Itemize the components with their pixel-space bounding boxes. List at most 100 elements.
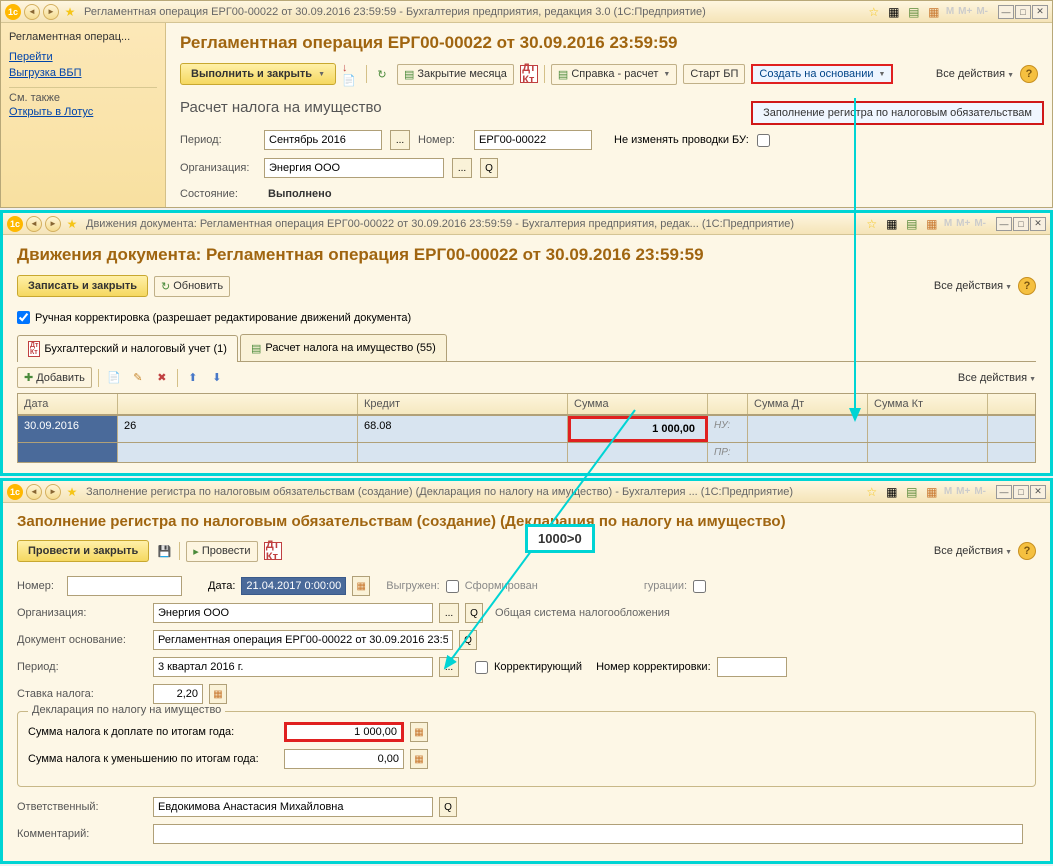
all-actions-link[interactable]: Все действия▼ <box>934 280 1012 292</box>
post-close-button[interactable]: Провести и закрыть <box>17 540 149 562</box>
sum-reduce-input[interactable] <box>284 749 404 769</box>
col-debit[interactable] <box>118 394 358 414</box>
favorite-icon[interactable]: ★ <box>64 484 80 500</box>
period-dots[interactable]: ... <box>390 130 410 150</box>
add-button[interactable]: ✚Добавить <box>17 367 92 388</box>
help-icon[interactable]: ? <box>1020 65 1038 83</box>
star-icon[interactable]: ☆ <box>864 484 880 500</box>
down-icon[interactable]: ⬇ <box>208 369 226 387</box>
number-input[interactable] <box>474 130 592 150</box>
calendar-icon[interactable]: ▦ <box>924 216 940 232</box>
dtkt-icon[interactable]: ДтКт <box>520 65 538 83</box>
nav-fwd-icon[interactable]: ► <box>45 216 61 232</box>
create-base-dropdown[interactable]: Создать на основании▼ <box>751 64 893 84</box>
spravka-button[interactable]: ▤Справка - расчет▼ <box>551 64 677 85</box>
sidebar-link-lotus[interactable]: Открыть в Лотус <box>9 104 157 120</box>
sum-pay-input[interactable] <box>284 722 404 742</box>
col-sum[interactable]: Сумма <box>568 394 708 414</box>
close-button[interactable]: ✕ <box>1030 485 1046 499</box>
comment-input[interactable] <box>153 824 1023 844</box>
calc-icon[interactable]: ▤ <box>906 4 922 20</box>
period-input[interactable] <box>153 657 433 677</box>
grid-row[interactable]: ПР: <box>18 442 1035 462</box>
grid-row[interactable]: 30.09.2016 26 68.08 1 000,00 НУ: <box>18 415 1035 442</box>
nochange-checkbox[interactable] <box>757 134 770 147</box>
resp-q[interactable]: Q <box>439 797 457 817</box>
up-icon[interactable]: ⬆ <box>184 369 202 387</box>
grid-icon[interactable]: ▦ <box>884 216 900 232</box>
minimize-button[interactable]: — <box>996 217 1012 231</box>
maximize-button[interactable]: □ <box>1013 217 1029 231</box>
nav-back-icon[interactable]: ◄ <box>26 484 42 500</box>
sidebar-link-vbp[interactable]: Выгрузка ВБП <box>9 65 157 81</box>
sum-reduce-calc[interactable]: ▦ <box>410 749 428 769</box>
execute-close-button[interactable]: Выполнить и закрыть▼ <box>180 63 336 85</box>
nav-back-icon[interactable]: ◄ <box>24 4 40 20</box>
org-input[interactable] <box>153 603 433 623</box>
nav-back-icon[interactable]: ◄ <box>26 216 42 232</box>
nav-fwd-icon[interactable]: ► <box>45 484 61 500</box>
delete-icon[interactable]: ✖ <box>153 369 171 387</box>
edit-icon[interactable]: ✎ <box>129 369 147 387</box>
all-actions-link[interactable]: Все действия▼ <box>934 545 1012 557</box>
col-credit[interactable]: Кредит <box>358 394 568 414</box>
dropdown-fill-register[interactable]: Заполнение регистра по налоговым обязате… <box>751 101 1044 125</box>
config-checkbox[interactable] <box>693 580 706 593</box>
calendar-icon[interactable]: ▦ <box>924 484 940 500</box>
org-q[interactable]: Q <box>480 158 498 178</box>
grid-icon[interactable]: ▦ <box>884 484 900 500</box>
save-icon[interactable]: 💾 <box>155 542 173 560</box>
sidebar-link-go[interactable]: Перейти <box>9 49 157 65</box>
docbase-q[interactable]: Q <box>459 630 477 650</box>
maximize-button[interactable]: □ <box>1015 5 1031 19</box>
copy-icon[interactable]: 📄 <box>105 369 123 387</box>
org-input[interactable] <box>264 158 444 178</box>
rate-calc[interactable]: ▦ <box>209 684 227 704</box>
col-sumdt[interactable]: Сумма Дт <box>748 394 868 414</box>
post-button[interactable]: ▸Провести <box>186 541 257 562</box>
manual-checkbox[interactable] <box>17 311 30 324</box>
resp-input[interactable] <box>153 797 433 817</box>
minimize-button[interactable]: — <box>996 485 1012 499</box>
close-button[interactable]: ✕ <box>1032 5 1048 19</box>
action-icon-2[interactable]: ↻ <box>373 65 391 83</box>
star-icon[interactable]: ☆ <box>866 4 882 20</box>
help-icon[interactable]: ? <box>1018 542 1036 560</box>
tab-taxcalc[interactable]: ▤Расчет налога на имущество (55) <box>240 334 447 361</box>
uploaded-checkbox[interactable] <box>446 580 459 593</box>
calc-icon[interactable]: ▤ <box>904 484 920 500</box>
rate-input[interactable] <box>153 684 203 704</box>
calc-icon[interactable]: ▤ <box>904 216 920 232</box>
all-actions-link[interactable]: Все действия▼ <box>958 372 1036 384</box>
sum-pay-calc[interactable]: ▦ <box>410 722 428 742</box>
favorite-icon[interactable]: ★ <box>64 216 80 232</box>
correcting-checkbox[interactable] <box>475 661 488 674</box>
date-input[interactable]: 21.04.2017 0:00:00 <box>241 577 346 595</box>
close-month-button[interactable]: ▤Закрытие месяца <box>397 64 514 85</box>
period-dots[interactable]: ... <box>439 657 459 677</box>
nav-fwd-icon[interactable]: ► <box>43 4 59 20</box>
close-button[interactable]: ✕ <box>1030 217 1046 231</box>
startbp-button[interactable]: Старт БП <box>683 64 745 84</box>
calendar-icon[interactable]: ▦ <box>926 4 942 20</box>
minimize-button[interactable]: — <box>998 5 1014 19</box>
star-icon[interactable]: ☆ <box>864 216 880 232</box>
corrnum-input[interactable] <box>717 657 787 677</box>
number-input[interactable] <box>67 576 182 596</box>
all-actions-link[interactable]: Все действия▼ <box>936 68 1014 80</box>
period-input[interactable] <box>264 130 382 150</box>
col-date[interactable]: Дата <box>18 394 118 414</box>
docbase-input[interactable] <box>153 630 453 650</box>
maximize-button[interactable]: □ <box>1013 485 1029 499</box>
favorite-icon[interactable]: ★ <box>62 4 78 20</box>
org-dots[interactable]: ... <box>452 158 472 178</box>
action-icon[interactable]: ↓📄 <box>342 65 360 83</box>
org-dots[interactable]: ... <box>439 603 459 623</box>
date-cal[interactable]: ▦ <box>352 576 370 596</box>
help-icon[interactable]: ? <box>1018 277 1036 295</box>
refresh-button[interactable]: ↻Обновить <box>154 276 230 297</box>
org-q[interactable]: Q <box>465 603 483 623</box>
dtkt-icon[interactable]: ДтКт <box>264 542 282 560</box>
save-close-button[interactable]: Записать и закрыть <box>17 275 148 297</box>
tab-accounting[interactable]: ДтКтБухгалтерский и налоговый учет (1) <box>17 335 238 362</box>
